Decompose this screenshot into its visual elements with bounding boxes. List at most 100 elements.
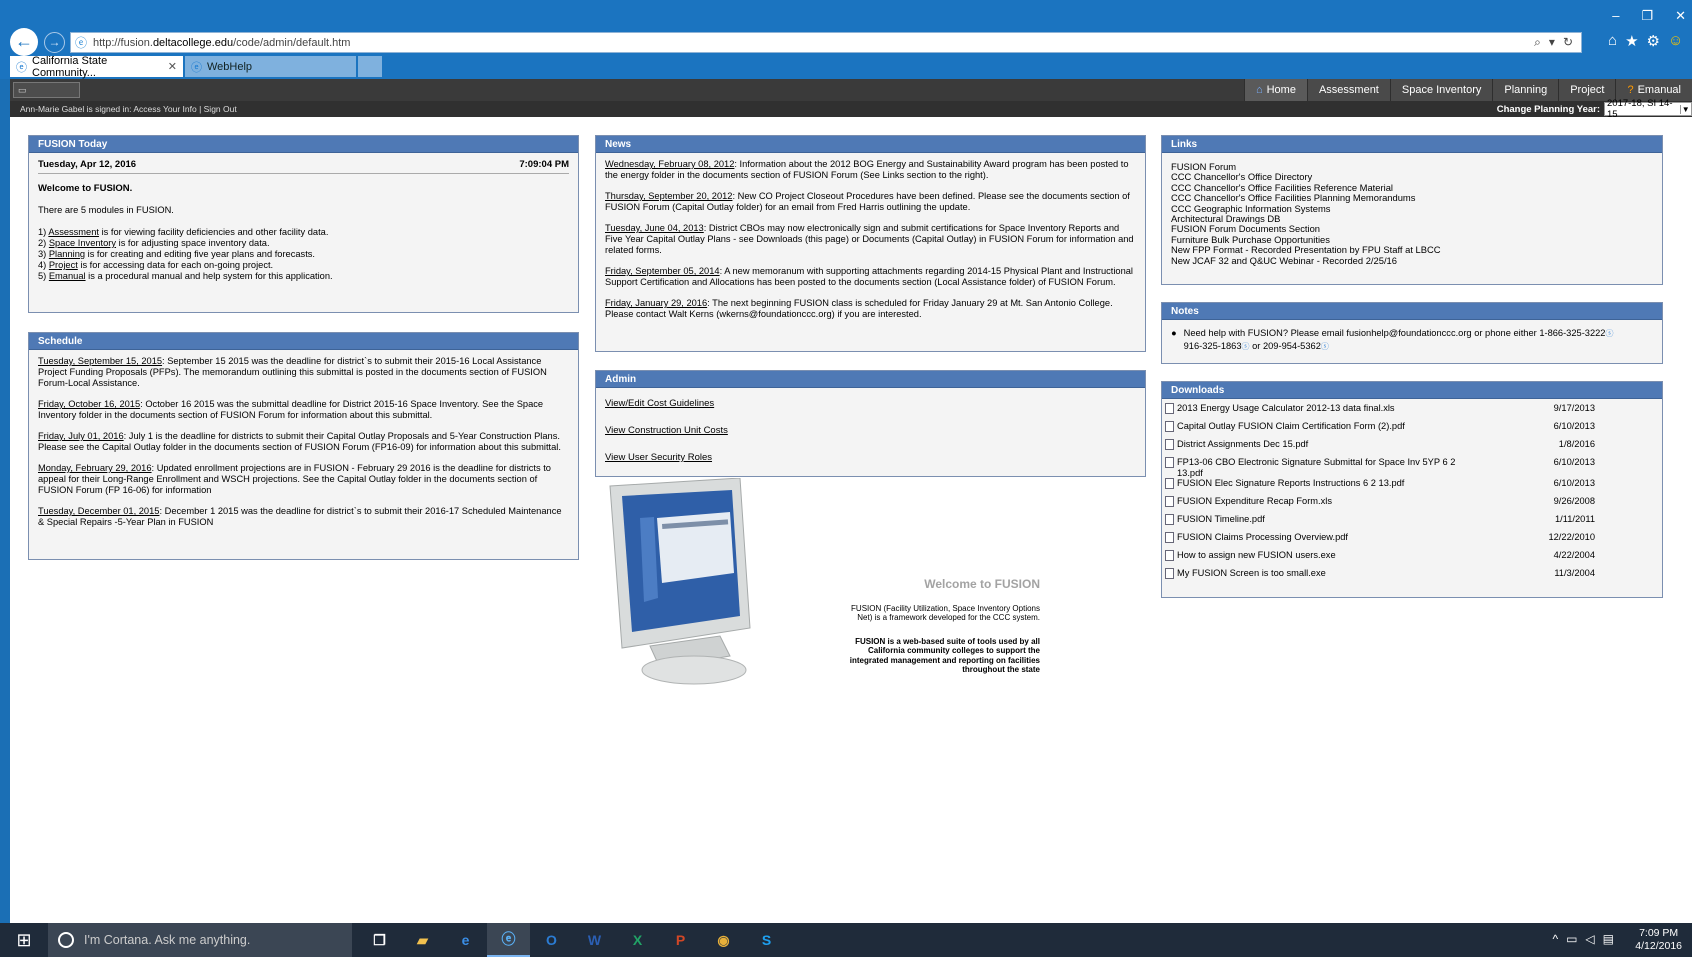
chevron-up-icon[interactable]: ^ bbox=[1552, 932, 1558, 946]
new-tab-button[interactable] bbox=[358, 56, 382, 77]
smiley-icon[interactable]: ☺ bbox=[1668, 32, 1683, 50]
excel-icon[interactable]: X bbox=[616, 923, 659, 957]
admin-link-cost-guidelines[interactable]: View/Edit Cost Guidelines bbox=[605, 398, 1136, 409]
news-item: Thursday, September 20, 2012: New CO Pro… bbox=[605, 191, 1136, 213]
link-item[interactable]: New JCAF 32 and Q&UC Webinar - Recorded … bbox=[1171, 255, 1653, 266]
notes-panel: Notes ● Need help with FUSION? Please em… bbox=[1161, 302, 1663, 364]
gear-icon[interactable]: ⚙ bbox=[1647, 32, 1660, 50]
clock[interactable]: 7:09 PM 4/12/2016 bbox=[1635, 927, 1682, 953]
download-row[interactable]: Capital Outlay FUSION Claim Certificatio… bbox=[1162, 421, 1662, 439]
welcome-block: Welcome to FUSION FUSION (Facility Utili… bbox=[836, 578, 1040, 675]
collapse-toggle[interactable]: ▭ bbox=[13, 82, 80, 98]
download-date: 6/10/2013 bbox=[1553, 478, 1595, 488]
module-link[interactable]: Project bbox=[49, 260, 78, 270]
downloads-panel: Downloads 2013 Energy Usage Calculator 2… bbox=[1161, 381, 1663, 598]
back-button[interactable]: ← bbox=[10, 28, 38, 56]
download-date: 1/8/2016 bbox=[1558, 439, 1595, 449]
admin-link-security-roles[interactable]: View User Security Roles bbox=[605, 452, 1136, 463]
download-row[interactable]: My FUSION Screen is too small.exe 11/3/20… bbox=[1162, 568, 1662, 586]
tab-california-state[interactable]: ⓔ California State Community... ✕ bbox=[10, 55, 183, 79]
module-link[interactable]: Emanual bbox=[49, 271, 86, 281]
module-item: 3) Planning is for creating and editing … bbox=[38, 249, 569, 260]
file-explorer-icon[interactable]: ▰ bbox=[401, 923, 444, 957]
cortana-search[interactable]: I'm Cortana. Ask me anything. bbox=[48, 923, 352, 957]
download-name[interactable]: My FUSION Screen is too small.exe bbox=[1177, 568, 1467, 579]
download-row[interactable]: FUSION Elec Signature Reports Instructio… bbox=[1162, 478, 1662, 496]
menu-planning[interactable]: Planning bbox=[1492, 79, 1559, 101]
panel-title: News bbox=[596, 136, 1145, 153]
admin-panel: Admin View/Edit Cost Guidelines View Con… bbox=[595, 370, 1146, 477]
task-view-icon[interactable]: ❐ bbox=[358, 923, 401, 957]
download-row[interactable]: FUSION Claims Processing Overview.pdf 12/… bbox=[1162, 532, 1662, 550]
restore-icon[interactable]: ❐ bbox=[1641, 8, 1653, 24]
browser-tabs: ⓔ California State Community... ✕ ⓔ WebH… bbox=[10, 55, 382, 79]
menu-assessment[interactable]: Assessment bbox=[1306, 79, 1390, 101]
chrome-icon[interactable]: ◉ bbox=[702, 923, 745, 957]
powerpoint-icon[interactable]: P bbox=[659, 923, 702, 957]
browser-chrome: – ❐ ✕ ← → ⓔ http://fusion.deltacollege.e… bbox=[0, 0, 1692, 79]
system-tray: ^ ▭ ◁ ▤ bbox=[1552, 932, 1614, 946]
tab-webhelp[interactable]: ⓔ WebHelp bbox=[185, 56, 356, 77]
download-name[interactable]: FUSION Timeline.pdf bbox=[1177, 514, 1467, 525]
download-name[interactable]: FP13-06 CBO Electronic Signature Submitt… bbox=[1177, 457, 1467, 478]
download-name[interactable]: 2013 Energy Usage Calculator 2012-13 dat… bbox=[1177, 403, 1467, 414]
download-name[interactable]: FUSION Claims Processing Overview.pdf bbox=[1177, 532, 1467, 543]
schedule-item: Tuesday, September 15, 2015: September 1… bbox=[38, 356, 569, 389]
network-icon[interactable]: ▭ bbox=[1566, 932, 1577, 946]
phone-icon[interactable]: ⓢ bbox=[1605, 329, 1613, 338]
download-name[interactable]: How to assign new FUSION users.exe bbox=[1177, 550, 1467, 561]
internet-explorer-icon[interactable]: ⓔ bbox=[487, 923, 530, 957]
close-icon[interactable]: ✕ bbox=[1675, 8, 1686, 24]
module-link[interactable]: Space Inventory bbox=[49, 238, 116, 248]
address-url[interactable]: http://fusion.deltacollege.edu/code/admi… bbox=[93, 37, 1534, 49]
download-date: 12/22/2010 bbox=[1548, 532, 1595, 542]
dropdown-icon[interactable]: ▾ bbox=[1549, 35, 1555, 50]
menu-home[interactable]: ⌂ Home bbox=[1243, 79, 1307, 101]
modules-intro: There are 5 modules in FUSION. bbox=[38, 205, 174, 215]
download-row[interactable]: 2013 Energy Usage Calculator 2012-13 dat… bbox=[1162, 403, 1662, 421]
home-icon[interactable]: ⌂ bbox=[1608, 32, 1617, 50]
admin-link-construction-costs[interactable]: View Construction Unit Costs bbox=[605, 425, 1136, 436]
skype-icon[interactable]: S bbox=[745, 923, 788, 957]
file-icon bbox=[1165, 403, 1174, 414]
word-icon[interactable]: W bbox=[573, 923, 616, 957]
minimize-icon[interactable]: – bbox=[1612, 8, 1619, 24]
fusion-today-panel: FUSION Today Tuesday, Apr 12, 2016 7:09:… bbox=[28, 135, 579, 313]
planning-year-select[interactable]: 2017-18, SI 14-15 ▼ bbox=[1604, 98, 1692, 120]
address-bar[interactable]: ⓔ http://fusion.deltacollege.edu/code/ad… bbox=[70, 32, 1582, 53]
download-name[interactable]: District Assignments Dec 15.pdf bbox=[1177, 439, 1467, 450]
download-row[interactable]: How to assign new FUSION users.exe 4/22/2… bbox=[1162, 550, 1662, 568]
windows-start-icon[interactable]: ⊞ bbox=[0, 923, 48, 957]
menu-space-inventory[interactable]: Space Inventory bbox=[1389, 79, 1493, 101]
news-date: Wednesday, February 08, 2012 bbox=[605, 159, 735, 169]
ie-tab-icon: ⓔ bbox=[16, 61, 27, 74]
download-name[interactable]: FUSION Expenditure Recap Form.xls bbox=[1177, 496, 1467, 507]
today-time: 7:09:04 PM bbox=[519, 159, 569, 170]
module-link[interactable]: Planning bbox=[49, 249, 85, 259]
download-name[interactable]: FUSION Elec Signature Reports Instructio… bbox=[1177, 478, 1467, 489]
panel-title: Admin bbox=[596, 371, 1145, 388]
download-row[interactable]: FP13-06 CBO Electronic Signature Submitt… bbox=[1162, 457, 1662, 478]
signed-in-text[interactable]: Ann-Marie Gabel is signed in: Access You… bbox=[20, 104, 237, 114]
notification-icon[interactable]: ▤ bbox=[1603, 932, 1614, 946]
download-date: 1/11/2011 bbox=[1555, 514, 1595, 524]
favorites-star-icon[interactable]: ★ bbox=[1625, 32, 1638, 50]
bullet: ● bbox=[1171, 328, 1177, 338]
phone-icon[interactable]: ⓢ bbox=[1242, 342, 1250, 351]
tab-close-icon[interactable]: ✕ bbox=[168, 60, 177, 73]
refresh-icon[interactable]: ↻ bbox=[1563, 35, 1573, 50]
download-row[interactable]: District Assignments Dec 15.pdf 1/8/2016 bbox=[1162, 439, 1662, 457]
forward-button[interactable]: → bbox=[44, 32, 65, 53]
download-name[interactable]: Capital Outlay FUSION Claim Certificatio… bbox=[1177, 421, 1467, 432]
download-row[interactable]: FUSION Expenditure Recap Form.xls 9/26/20… bbox=[1162, 496, 1662, 514]
module-link[interactable]: Assessment bbox=[48, 227, 99, 237]
phone-icon[interactable]: ⓢ bbox=[1321, 342, 1329, 351]
download-row[interactable]: FUSION Timeline.pdf 1/11/2011 bbox=[1162, 514, 1662, 532]
search-icon[interactable]: ⌕ bbox=[1534, 35, 1541, 50]
schedule-item: Friday, October 16, 2015: October 16 201… bbox=[38, 399, 569, 421]
volume-icon[interactable]: ◁ bbox=[1585, 932, 1594, 946]
outlook-icon[interactable]: O bbox=[530, 923, 573, 957]
edge-icon[interactable]: e bbox=[444, 923, 487, 957]
download-date: 9/26/2008 bbox=[1553, 496, 1595, 506]
news-date: Friday, January 29, 2016 bbox=[605, 298, 708, 308]
